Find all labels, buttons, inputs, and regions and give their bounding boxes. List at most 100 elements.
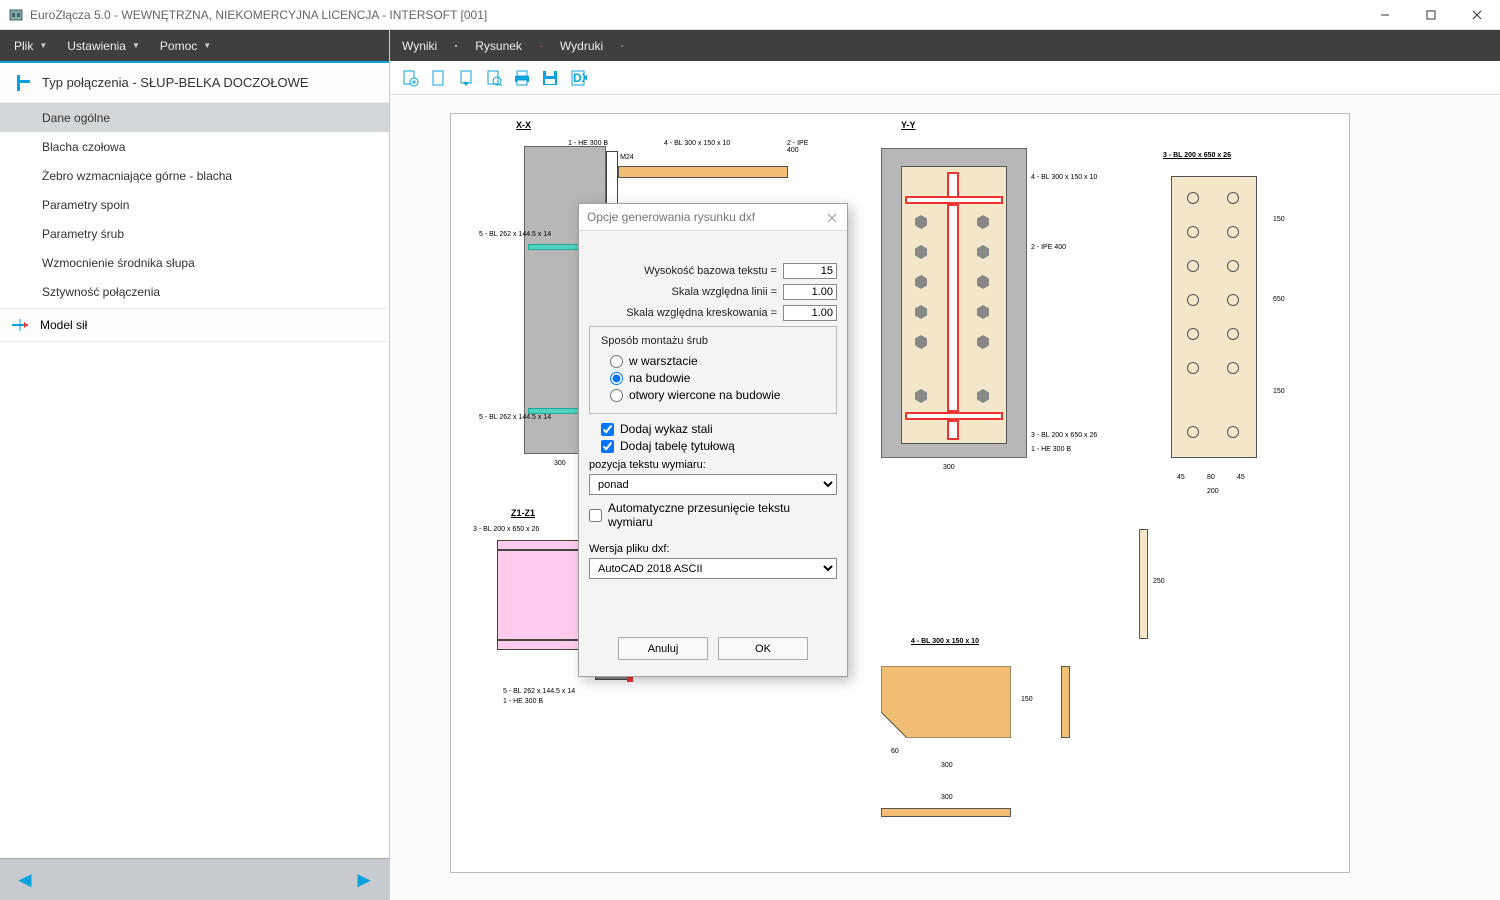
print-icon-2[interactable] [508, 64, 536, 92]
menu-ustawienia[interactable]: Ustawienia ▼ [57, 30, 150, 61]
sidebar: Typ połączenia - SŁUP-BELKA DOCZOŁOWE Da… [0, 61, 389, 900]
view-title-yy: Y-Y [901, 120, 916, 130]
connection-type-label: Typ połączenia - SŁUP-BELKA DOCZOŁOWE [42, 75, 309, 90]
tab-wydruki-label: Wydruki [560, 39, 603, 53]
menu-plik[interactable]: Plik ▼ [4, 30, 57, 61]
sidebar-item-parametry-srub[interactable]: Parametry śrub [0, 219, 389, 248]
sidebar-item-sztywnosc[interactable]: Sztywność połączenia [0, 277, 389, 306]
dim-200-pl: 200 [1207, 488, 1219, 495]
wyniki-icon[interactable] [447, 37, 465, 55]
sidebar-item-dane-ogolne[interactable]: Dane ogólne [0, 103, 389, 132]
icon-bar: DXF [390, 61, 1500, 95]
nav-next-icon[interactable]: ► [353, 867, 375, 893]
window-title: EuroZłącza 5.0 - WEWNĘTRZNA, NIEKOMERCYJ… [30, 8, 487, 22]
cancel-button[interactable]: Anuluj [618, 637, 708, 660]
bolt-mounting-group: Sposób montażu śrub w warsztacie na budo… [589, 326, 837, 414]
minimize-button[interactable] [1362, 0, 1408, 30]
new-doc-icon[interactable] [396, 64, 424, 92]
dim-300-bl2: 300 [941, 794, 953, 801]
menu-ustawienia-label: Ustawienia [67, 39, 126, 53]
dim-300-yy: 300 [943, 464, 955, 471]
rel-hatch-scale-input[interactable] [783, 305, 837, 321]
view-bl300: 150 60 300 300 [871, 636, 1181, 866]
model-sil-label: Model sił [40, 318, 87, 332]
tab-rysunek[interactable]: Rysunek [467, 30, 530, 61]
check-steel-list-label: Dodaj wykaz stali [620, 422, 713, 436]
print-icon[interactable] [613, 37, 631, 55]
sidebar-item-parametry-spoin[interactable]: Parametry spoin [0, 190, 389, 219]
dim-45-pl: 45 [1177, 474, 1185, 481]
menu-plik-label: Plik [14, 39, 33, 53]
bolt-mounting-label: Sposób montażu śrub [598, 335, 711, 347]
tab-wydruki[interactable]: Wydruki [552, 30, 611, 61]
dialog-title: Opcje generowania rysunku dxf [587, 210, 755, 224]
dim-300-xx: 300 [554, 460, 566, 467]
left-menubar: Plik ▼ Ustawienia ▼ Pomoc▼ [0, 30, 389, 61]
model-sil-header[interactable]: Model sił [0, 308, 389, 342]
drawing-area: X-X 1 - HE 300 B 6 - M24 4 - BL 300 x 15… [390, 95, 1500, 900]
check-title-table-label: Dodaj tabelę tytułową [620, 439, 735, 453]
menu-pomoc[interactable]: Pomoc▼ [150, 30, 221, 61]
rel-line-scale-label: Skala względna linii = [589, 286, 783, 298]
label-ipe400-xx: 2 - IPE 400 [787, 140, 814, 154]
save-icon[interactable] [536, 64, 564, 92]
radio-site-label: na budowie [629, 371, 690, 385]
sidebar-item-zebro[interactable]: Żebro wzmacniające górne - blacha [0, 161, 389, 190]
chevron-down-icon: ▼ [132, 41, 140, 50]
radio-drilled[interactable]: otwory wiercone na budowie [610, 388, 828, 402]
dim-250-sb: 250 [1153, 578, 1165, 585]
tab-wyniki[interactable]: Wyniki [394, 30, 445, 61]
radio-workshop[interactable]: w warsztacie [610, 354, 828, 368]
rysunek-icon[interactable] [532, 37, 550, 55]
forces-icon [10, 317, 30, 333]
connection-icon [14, 74, 32, 92]
dim-text-pos-label: pozycja tekstu wymiaru: [589, 459, 837, 471]
check-title-table[interactable]: Dodaj tabelę tytułową [601, 439, 837, 453]
sidebar-item-wzmocnienie[interactable]: Wzmocnienie środnika słupa [0, 248, 389, 277]
ok-button[interactable]: OK [718, 637, 808, 660]
view-yy: 4 - BL 300 x 150 x 10 2 - IPE 400 3 - BL… [863, 136, 1163, 486]
label-bl262-z1: 5 - BL 262 x 144.5 x 14 [503, 688, 575, 695]
nav-footer: ◄ ► [0, 858, 389, 900]
dxf-icon[interactable]: DXF [564, 64, 592, 92]
radio-workshop-label: w warsztacie [629, 354, 698, 368]
left-panel: Plik ▼ Ustawienia ▼ Pomoc▼ Typ połączenia … [0, 30, 390, 900]
doc-down-icon[interactable] [452, 64, 480, 92]
label-bl300x150-xx: 4 - BL 300 x 150 x 10 [664, 140, 730, 147]
label-bl200x650-z1: 3 - BL 200 x 650 x 26 [473, 526, 539, 533]
connection-type-header[interactable]: Typ połączenia - SŁUP-BELKA DOCZOŁOWE [0, 61, 389, 103]
radio-drilled-label: otwory wiercone na budowie [629, 388, 780, 402]
check-auto-shift[interactable]: Automatyczne przesunięcie tekstu wymiaru [589, 501, 837, 529]
app-icon [8, 7, 24, 23]
base-text-height-label: Wysokość bazowa tekstu = [589, 265, 783, 277]
dim-150-bl: 150 [1021, 696, 1033, 703]
nav-prev-icon[interactable]: ◄ [14, 867, 36, 893]
doc-icon[interactable] [424, 64, 452, 92]
check-steel-list[interactable]: Dodaj wykaz stali [601, 422, 837, 436]
base-text-height-input[interactable] [783, 263, 837, 279]
close-button[interactable] [1454, 0, 1500, 30]
dim-60-bl: 60 [891, 748, 899, 755]
dxf-options-dialog: Opcje generowania rysunku dxf Wysokość b… [578, 203, 848, 677]
dim-300-bl: 300 [941, 762, 953, 769]
label-ipe400-yy: 2 - IPE 400 [1031, 244, 1066, 251]
right-toolbar: Wyniki Rysunek Wydruki [390, 30, 1500, 61]
dim-text-pos-select[interactable]: ponad [589, 474, 837, 495]
label-bl200x650-yy: 3 - BL 200 x 650 x 26 [1031, 432, 1097, 439]
radio-site[interactable]: na budowie [610, 371, 828, 385]
dialog-close-button[interactable] [817, 204, 847, 231]
rel-line-scale-input[interactable] [783, 284, 837, 300]
dxf-version-select[interactable]: AutoCAD 2018 ASCII [589, 558, 837, 579]
dialog-titlebar[interactable]: Opcje generowania rysunku dxf [579, 204, 847, 231]
preview-icon[interactable] [480, 64, 508, 92]
maximize-button[interactable] [1408, 0, 1454, 30]
dxf-version-label: Wersja pliku dxf: [589, 543, 837, 555]
label-bl300x150-yy: 4 - BL 300 x 150 x 10 [1031, 174, 1097, 181]
chevron-down-icon: ▼ [39, 41, 47, 50]
titlebar: EuroZłącza 5.0 - WEWNĘTRZNA, NIEKOMERCYJ… [0, 0, 1500, 30]
right-panel: Wyniki Rysunek Wydruki DXF X-X 1 - HE 30… [390, 30, 1500, 900]
sidebar-item-blacha-czolowa[interactable]: Blacha czołowa [0, 132, 389, 161]
svg-text:DXF: DXF [573, 71, 587, 85]
label-he300b-yy: 1 - HE 300 B [1031, 446, 1071, 453]
dim-650-pl: 650 [1273, 296, 1285, 303]
